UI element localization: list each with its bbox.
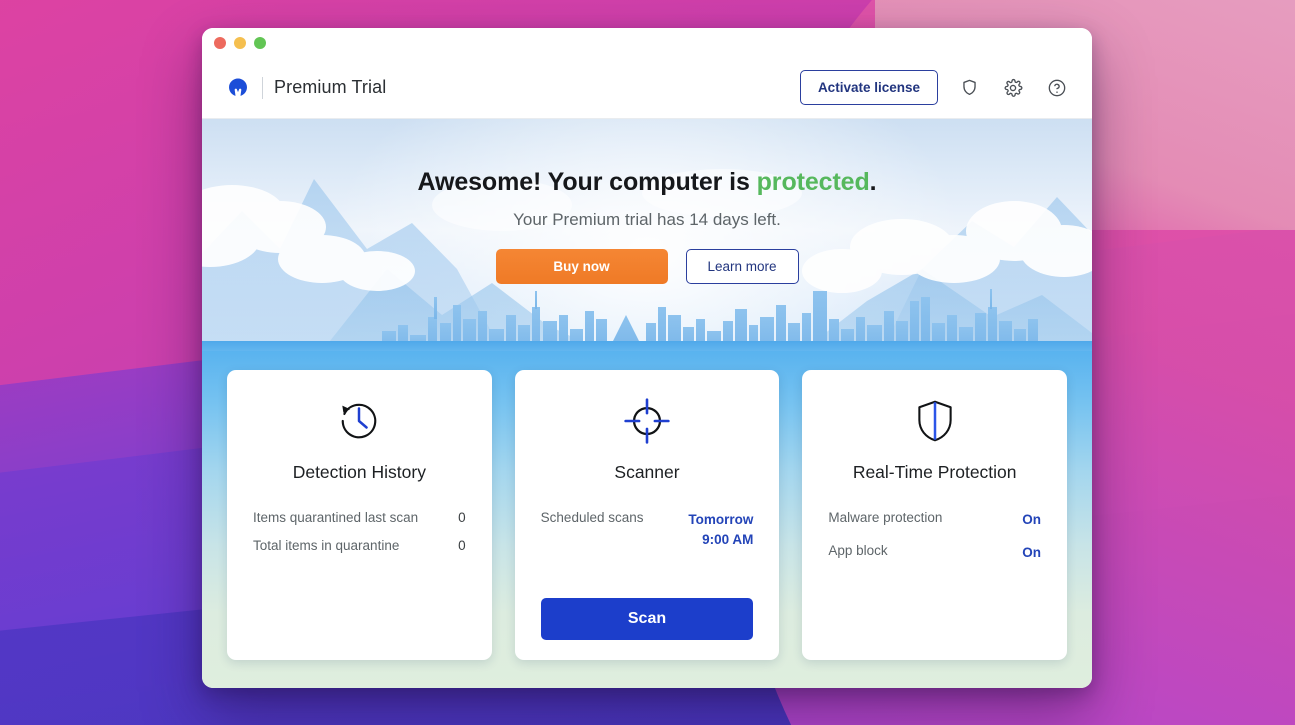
clock-history-icon: [333, 392, 385, 450]
shield-icon: [910, 392, 960, 450]
hero-title-prefix: Awesome! Your computer is: [417, 168, 757, 196]
card-title: Scanner: [614, 462, 680, 482]
row-label: Scheduled scans: [540, 510, 644, 525]
card-row: Total items in quarantine 0: [253, 538, 466, 553]
minimize-button[interactable]: [234, 36, 246, 49]
card-row: Items quarantined last scan 0: [253, 510, 466, 525]
card-title: Real-Time Protection: [852, 462, 1017, 482]
buy-now-button[interactable]: Buy now: [495, 249, 668, 284]
card-rows: Malware protection On App block On: [828, 510, 1041, 562]
traffic-lights: [214, 36, 266, 49]
window-titlebar: [202, 28, 1092, 57]
malware-protection-status: On: [1022, 512, 1042, 527]
row-label: Items quarantined last scan: [253, 510, 419, 525]
hero-banner: Awesome! Your computer is protected. You…: [202, 119, 1092, 351]
page-title: Premium Trial: [274, 77, 387, 97]
card-rows: Items quarantined last scan 0 Total item…: [253, 510, 466, 553]
row-label: Malware protection: [828, 510, 943, 525]
hero-content: Awesome! Your computer is protected. You…: [202, 119, 1092, 284]
malwarebytes-window: Premium Trial Activate license Awesome! …: [202, 28, 1092, 688]
protection-status: protected: [756, 168, 870, 196]
brand: Premium Trial: [227, 76, 387, 99]
card-row: App block On: [828, 543, 1041, 563]
trial-status-text: Your Premium trial has 14 days left.: [513, 210, 781, 229]
hero-actions: Buy now Learn more: [202, 249, 1092, 284]
card-rows: Scheduled scans Tomorrow 9:00 AM: [541, 510, 754, 549]
malwarebytes-logo: [227, 77, 249, 99]
learn-more-button[interactable]: Learn more: [685, 249, 799, 284]
brand-divider: [262, 76, 263, 99]
header-actions: Activate license: [799, 70, 1070, 105]
shield-icon[interactable]: [956, 75, 982, 101]
row-value: 0: [458, 510, 466, 525]
card-scanner[interactable]: Scanner Scheduled scans Tomorrow 9:00 AM…: [514, 370, 780, 660]
card-real-time-protection[interactable]: Real-Time Protection Malware protection …: [802, 370, 1068, 660]
scan-button[interactable]: Scan: [540, 598, 754, 640]
activate-license-button[interactable]: Activate license: [799, 70, 938, 105]
card-row: Scheduled scans Tomorrow 9:00 AM: [541, 510, 754, 549]
help-icon[interactable]: [1044, 75, 1070, 101]
card-detection-history[interactable]: Detection History Items quarantined last…: [227, 370, 492, 660]
card-row: Malware protection On: [828, 510, 1041, 530]
row-label: App block: [828, 542, 888, 558]
dashboard-cards: Detection History Items quarantined last…: [202, 351, 1092, 688]
gear-icon[interactable]: [1000, 75, 1026, 101]
desktop-wallpaper: Premium Trial Activate license Awesome! …: [0, 0, 1295, 725]
app-header: Premium Trial Activate license: [202, 57, 1092, 119]
close-button[interactable]: [214, 36, 226, 49]
card-footer: Scan: [540, 598, 754, 640]
row-value: 0: [458, 538, 466, 553]
crosshair-icon: [620, 392, 674, 450]
hero-title-suffix: .: [869, 168, 877, 196]
scheduled-scan-value: Tomorrow 9:00 AM: [688, 512, 754, 547]
app-block-status: On: [1022, 544, 1042, 560]
zoom-button[interactable]: [254, 36, 266, 49]
row-label: Total items in quarantine: [253, 538, 400, 553]
card-title: Detection History: [292, 462, 426, 482]
hero-title: Awesome! Your computer is protected.: [202, 168, 1092, 197]
